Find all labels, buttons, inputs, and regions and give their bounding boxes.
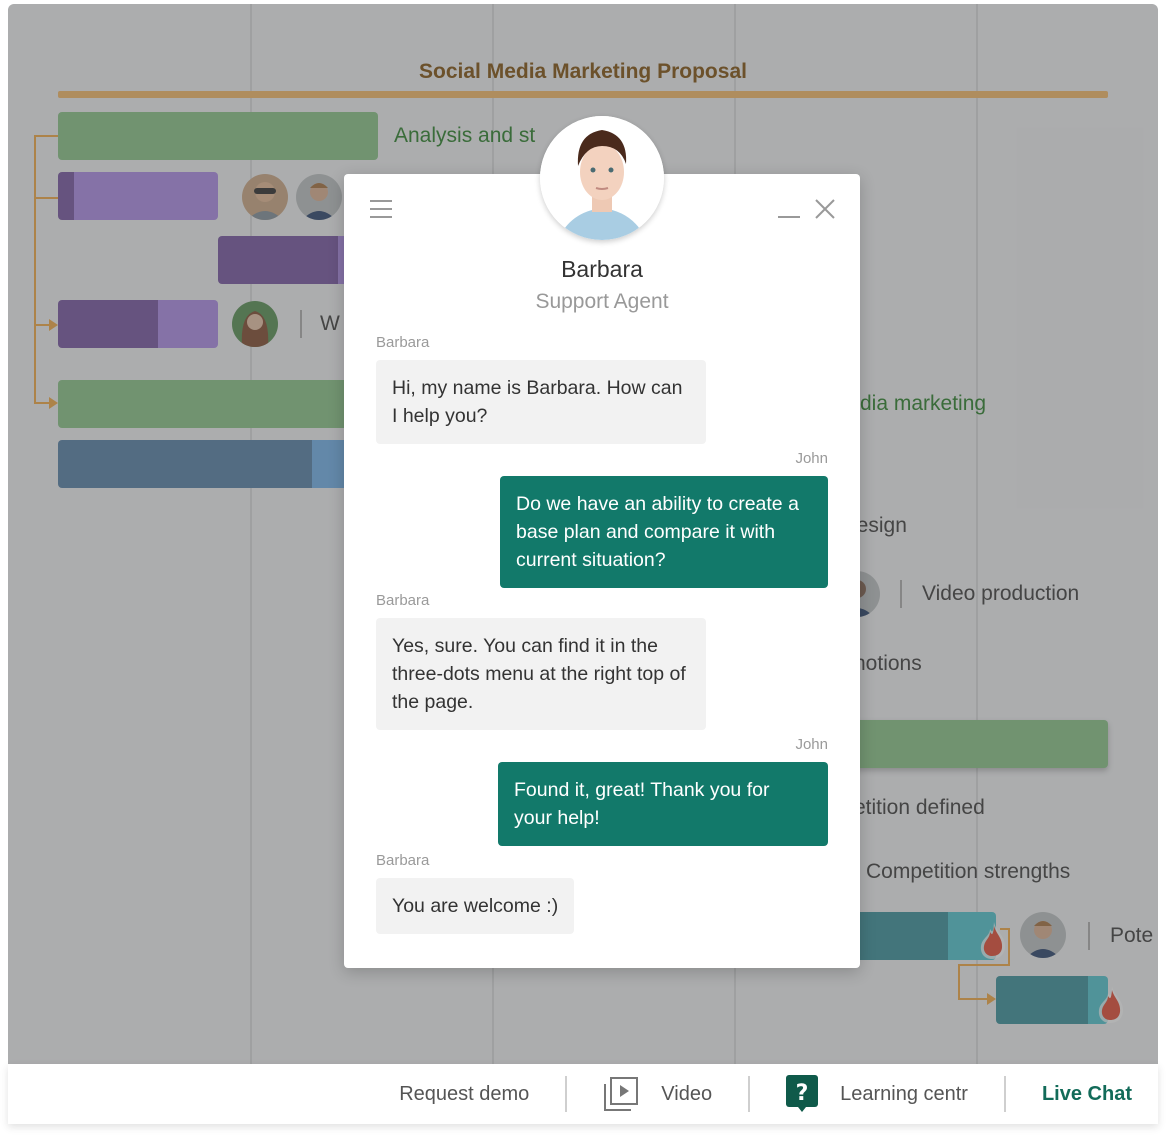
message-bubble-outgoing: Found it, great! Thank you for your help… [498, 762, 828, 846]
chat-window: Barbara Support Agent Barbara Hi, my nam… [344, 174, 860, 968]
message-sender: John [795, 736, 828, 753]
video-link[interactable]: Video [567, 1076, 748, 1112]
video-label: Video [661, 1082, 713, 1105]
message-sender: Barbara [376, 592, 430, 609]
agent-avatar [540, 116, 664, 240]
help-question-icon: ? [786, 1075, 819, 1113]
live-chat-link[interactable]: Live Chat [1006, 1076, 1132, 1112]
menu-button[interactable] [370, 200, 394, 220]
close-button[interactable] [814, 198, 836, 220]
video-icon [603, 1076, 639, 1112]
agent-name: Barbara [561, 256, 643, 282]
bottom-toolbar: Request demo Video ? Learning centr Live… [8, 1064, 1158, 1124]
message-bubble-outgoing: Do we have an ability to create a base p… [500, 476, 828, 588]
request-demo-link[interactable]: Request demo [363, 1076, 565, 1112]
message-sender: Barbara [376, 334, 430, 351]
message-sender: John [795, 450, 828, 467]
minimize-button[interactable] [778, 196, 802, 220]
learning-centre-link[interactable]: ? Learning centr [750, 1075, 1004, 1113]
svg-text:?: ? [796, 1081, 809, 1106]
learning-centre-label: Learning centr [840, 1082, 968, 1105]
message-bubble-incoming: You are welcome :) [376, 878, 575, 934]
request-demo-label: Request demo [399, 1082, 530, 1105]
agent-role: Support Agent [535, 290, 669, 313]
message-sender: Barbara [376, 852, 430, 869]
close-icon [815, 199, 835, 219]
message-bubble-incoming: Yes, sure. You can find it in the three-… [376, 618, 706, 730]
message-bubble-incoming: Hi, my name is Barbara. How can I help y… [376, 360, 706, 444]
live-chat-label: Live Chat [1041, 1082, 1132, 1105]
